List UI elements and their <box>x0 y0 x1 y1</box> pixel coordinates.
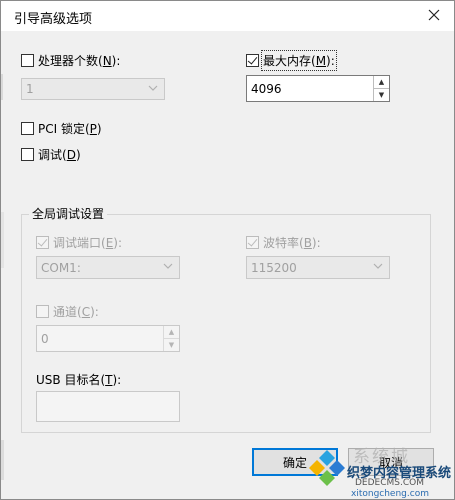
spin-down-icon[interactable]: ▼ <box>374 89 389 101</box>
processors-select[interactable]: 1 <box>21 78 165 100</box>
windows-logo-icon <box>309 450 345 486</box>
channel-input[interactable]: 0 ▲ ▼ <box>36 325 180 352</box>
debug-checkbox[interactable]: 调试(D) <box>21 146 81 163</box>
processors-value: 1 <box>26 82 34 96</box>
baud-rate-value: 115200 <box>251 260 297 275</box>
processors-checkbox-box[interactable] <box>21 54 34 67</box>
max-memory-input[interactable]: 4096 ▲ ▼ <box>246 75 390 102</box>
baud-rate-select[interactable]: 115200 <box>246 256 390 279</box>
max-memory-checkbox[interactable]: 最大内存(M): <box>246 50 337 71</box>
usb-target-label: USB 目标名(T): <box>36 373 122 387</box>
debug-port-label: 调试端口(E): <box>53 236 123 250</box>
processors-checkbox[interactable]: 处理器个数(N): <box>21 52 120 69</box>
spin-up-icon[interactable]: ▲ <box>164 326 179 339</box>
spin-up-icon[interactable]: ▲ <box>374 76 389 89</box>
channel-value: 0 <box>41 331 49 346</box>
debug-label: 调试(D) <box>38 148 81 162</box>
spin-down-icon[interactable]: ▼ <box>164 339 179 351</box>
debug-port-value: COM1: <box>41 260 81 275</box>
close-button[interactable] <box>420 2 448 28</box>
max-memory-label: 最大内存(M): <box>261 50 337 71</box>
chevron-down-icon <box>148 83 158 96</box>
pci-lock-checkbox[interactable]: PCI 锁定(P) <box>21 120 102 137</box>
debug-port-select[interactable]: COM1: <box>36 256 180 279</box>
background-window-edge <box>0 74 3 100</box>
debug-port-checkbox[interactable]: 调试端口(E): <box>36 234 122 251</box>
channel-checkbox[interactable]: 通道(C): <box>36 303 99 320</box>
pci-lock-checkbox-box[interactable] <box>21 122 34 135</box>
watermark-site: xitongcheng.com <box>351 489 429 499</box>
watermark-url: DEDECMS.COM <box>355 478 424 488</box>
pci-lock-label: PCI 锁定(P) <box>38 122 102 136</box>
chevron-down-icon <box>163 261 173 274</box>
baud-rate-checkbox[interactable]: 波特率(B): <box>246 234 321 251</box>
baud-rate-label: 波特率(B): <box>263 236 321 250</box>
debug-port-checkbox-box[interactable] <box>36 236 49 249</box>
background-window-edge <box>0 440 4 480</box>
global-debug-group-title: 全局调试设置 <box>29 205 108 222</box>
channel-stepper[interactable]: ▲ ▼ <box>163 326 179 351</box>
processors-label: 处理器个数(N): <box>38 54 121 68</box>
usb-target-input[interactable] <box>36 391 180 422</box>
dialog-title: 引导高级选项 <box>14 12 93 27</box>
debug-checkbox-box[interactable] <box>21 148 34 161</box>
channel-label: 通道(C): <box>53 305 99 319</box>
baud-rate-checkbox-box[interactable] <box>246 236 259 249</box>
max-memory-checkbox-box[interactable] <box>246 54 259 67</box>
chevron-down-icon <box>373 261 383 274</box>
background-window-edge <box>0 212 4 268</box>
max-memory-stepper[interactable]: ▲ ▼ <box>373 76 389 101</box>
max-memory-value: 4096 <box>251 81 282 96</box>
channel-checkbox-box[interactable] <box>36 305 49 318</box>
watermark: 系统城 织梦内容管理系统 DEDECMS.COM xitongcheng.com <box>305 444 455 500</box>
close-icon <box>428 9 440 21</box>
